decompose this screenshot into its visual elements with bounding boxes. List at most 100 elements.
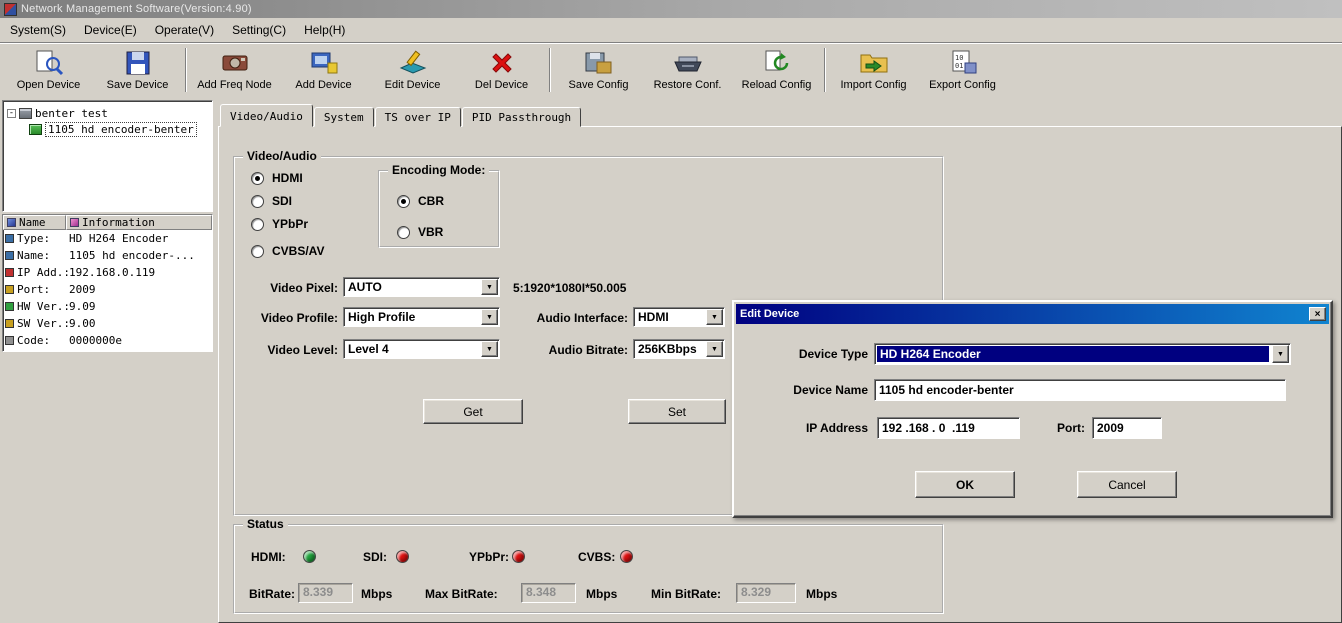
set-button[interactable]: Set — [628, 399, 726, 424]
menu-device[interactable]: Device(E) — [78, 20, 149, 40]
toolbar-restore-config[interactable]: Restore Conf. — [643, 45, 732, 95]
video-profile-combo[interactable]: High Profile — [343, 307, 500, 327]
encoding-option-vbr[interactable]: VBR — [397, 225, 443, 239]
ip-address-label: IP Address — [784, 421, 868, 435]
radio-sdi[interactable] — [251, 195, 264, 208]
name-row-icon — [5, 251, 14, 260]
audio-interface-combo[interactable]: HDMI — [633, 307, 725, 327]
property-row-hw-ver[interactable]: HW Ver.: 9.09 — [3, 298, 212, 315]
input-option-hdmi[interactable]: HDMI — [251, 171, 303, 185]
menu-setting[interactable]: Setting(C) — [226, 20, 298, 40]
column-header-name[interactable]: Name — [3, 215, 66, 230]
tree-device-row: 1105 hd encoder-benter — [29, 121, 210, 137]
dropdown-arrow-icon[interactable] — [481, 279, 498, 295]
menu-operate[interactable]: Operate(V) — [149, 20, 226, 40]
property-row-port[interactable]: Port: 2009 — [3, 281, 212, 298]
toolbar-reload-config[interactable]: Reload Config — [732, 45, 821, 95]
dropdown-arrow-icon[interactable] — [481, 341, 498, 357]
dropdown-arrow-icon[interactable] — [481, 309, 498, 325]
code-row-icon — [5, 336, 14, 345]
name-column-icon — [7, 218, 16, 227]
bitrate-unit: Mbps — [361, 587, 392, 601]
property-row-name[interactable]: Name: 1105 hd encoder-... — [3, 247, 212, 264]
tree-collapse-icon[interactable] — [7, 109, 16, 118]
ip-address-input[interactable] — [877, 417, 1020, 439]
port-label: Port: — [1049, 421, 1085, 435]
ip-row-icon — [5, 268, 14, 277]
tab-system[interactable]: System — [314, 107, 374, 127]
toolbar-label: Export Config — [929, 79, 996, 91]
dropdown-arrow-icon[interactable] — [706, 341, 723, 357]
min-bitrate-label: Min BitRate: — [651, 587, 721, 601]
video-pixel-combo[interactable]: AUTO — [343, 277, 500, 297]
radio-cvbs-av[interactable] — [251, 245, 264, 258]
toolbar-save-device[interactable]: Save Device — [93, 45, 182, 95]
ok-button[interactable]: OK — [915, 471, 1015, 498]
cancel-button-label: Cancel — [1108, 478, 1145, 492]
device-type-combo[interactable]: HD H264 Encoder — [874, 343, 1291, 365]
property-name: Code: — [17, 334, 69, 347]
input-option-sdi[interactable]: SDI — [251, 194, 292, 208]
video-pixel-value: AUTO — [344, 278, 480, 296]
close-icon[interactable] — [1309, 307, 1326, 321]
tab-video-audio[interactable]: Video/Audio — [220, 104, 313, 127]
ypbpr-status-led — [512, 550, 525, 563]
toolbar-export-config[interactable]: 1001 Export Config — [918, 45, 1007, 95]
input-option-ypbpr[interactable]: YPbPr — [251, 217, 308, 231]
property-row-sw-ver[interactable]: SW Ver.: 9.00 — [3, 315, 212, 332]
toolbar-edit-device[interactable]: Edit Device — [368, 45, 457, 95]
toolbar-save-config[interactable]: Save Config — [554, 45, 643, 95]
tab-label: Video/Audio — [230, 110, 303, 123]
toolbar-label: Edit Device — [385, 79, 441, 91]
property-row-type[interactable]: Type: HD H264 Encoder — [3, 230, 212, 247]
toolbar: Open Device Save Device Add Freq Node Ad… — [0, 42, 1342, 96]
encoding-option-cbr[interactable]: CBR — [397, 194, 444, 208]
status-group-title: Status — [243, 517, 288, 531]
tab-ts-over-ip[interactable]: TS over IP — [375, 107, 461, 127]
tree-root-label[interactable]: benter test — [35, 107, 108, 120]
input-option-cvbs-av[interactable]: CVBS/AV — [251, 244, 324, 258]
window-title: Network Management Software(Version:4.90… — [21, 3, 252, 15]
device-name-input[interactable] — [874, 379, 1286, 401]
column-header-information[interactable]: Information — [66, 215, 212, 230]
menu-help[interactable]: Help(H) — [298, 20, 357, 40]
property-value: 9.09 — [69, 300, 212, 313]
hw-ver-row-icon — [5, 302, 14, 311]
radio-vbr[interactable] — [397, 226, 410, 239]
toolbar-import-config[interactable]: Import Config — [829, 45, 918, 95]
property-value: 2009 — [69, 283, 212, 296]
del-device-icon — [487, 48, 517, 78]
radio-hdmi[interactable] — [251, 172, 264, 185]
toolbar-add-device[interactable]: Add Device — [279, 45, 368, 95]
max-bitrate-value-box: 8.348 — [521, 583, 576, 603]
property-row-code[interactable]: Code: 0000000e — [3, 332, 212, 349]
dropdown-arrow-icon[interactable] — [706, 309, 723, 325]
add-freq-node-icon — [220, 48, 250, 78]
video-pixel-label: Video Pixel: — [235, 281, 338, 295]
video-level-combo[interactable]: Level 4 — [343, 339, 500, 359]
tab-pid-passthrough[interactable]: PID Passthrough — [462, 107, 581, 127]
get-button[interactable]: Get — [423, 399, 523, 424]
dropdown-arrow-icon[interactable] — [1272, 345, 1289, 363]
toolbar-open-device[interactable]: Open Device — [4, 45, 93, 95]
dialog-titlebar[interactable]: Edit Device — [736, 304, 1329, 324]
toolbar-label: Open Device — [17, 79, 81, 91]
audio-bitrate-combo[interactable]: 256KBbps — [633, 339, 725, 359]
port-input[interactable] — [1092, 417, 1162, 439]
radio-cbr[interactable] — [397, 195, 410, 208]
property-value: 1105 hd encoder-... — [69, 249, 212, 262]
property-value: 192.168.0.119 — [69, 266, 212, 279]
toolbar-add-freq-node[interactable]: Add Freq Node — [190, 45, 279, 95]
edit-device-icon — [398, 48, 428, 78]
property-value: 0000000e — [69, 334, 212, 347]
tree-device-label[interactable]: 1105 hd encoder-benter — [45, 122, 197, 137]
cancel-button[interactable]: Cancel — [1077, 471, 1177, 498]
bitrate-label: BitRate: — [249, 587, 295, 601]
toolbar-del-device[interactable]: Del Device — [457, 45, 546, 95]
app-window: Network Management Software(Version:4.90… — [0, 0, 1342, 623]
menu-system[interactable]: System(S) — [4, 20, 78, 40]
property-row-ip[interactable]: IP Add.: 192.168.0.119 — [3, 264, 212, 281]
titlebar[interactable]: Network Management Software(Version:4.90… — [0, 0, 1342, 18]
save-device-icon — [123, 48, 153, 78]
radio-ypbpr[interactable] — [251, 218, 264, 231]
